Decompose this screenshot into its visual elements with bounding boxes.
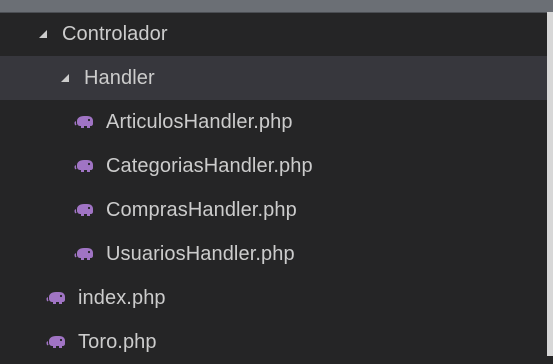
scrollbar-edge[interactable] (547, 12, 553, 356)
tree-folder-controlador[interactable]: Controlador (0, 12, 547, 56)
file-tree: Controlador Handler ArticulosHandler.php (0, 12, 547, 364)
tree-file[interactable]: Toro.php (0, 320, 547, 364)
expanded-chevron-icon[interactable] (58, 71, 72, 85)
file-label: UsuariosHandler.php (106, 243, 295, 265)
tree-file[interactable]: ArticulosHandler.php (0, 100, 547, 144)
php-elephant-icon (46, 334, 68, 350)
php-elephant-icon (74, 202, 96, 218)
folder-label: Controlador (62, 23, 168, 45)
file-label: ComprasHandler.php (106, 199, 297, 221)
file-label: ArticulosHandler.php (106, 111, 293, 133)
tree-folder-handler[interactable]: Handler (0, 56, 547, 100)
php-elephant-icon (74, 246, 96, 262)
php-elephant-icon (74, 114, 96, 130)
file-label: CategoriasHandler.php (106, 155, 313, 177)
tree-file[interactable]: CategoriasHandler.php (0, 144, 547, 188)
file-label: index.php (78, 287, 166, 309)
tree-file[interactable]: index.php (0, 276, 547, 320)
file-label: Toro.php (78, 331, 157, 353)
expanded-chevron-icon[interactable] (36, 27, 50, 41)
tree-file[interactable]: UsuariosHandler.php (0, 232, 547, 276)
tree-file[interactable]: ComprasHandler.php (0, 188, 547, 232)
php-elephant-icon (46, 290, 68, 306)
folder-label: Handler (84, 67, 155, 89)
php-elephant-icon (74, 158, 96, 174)
